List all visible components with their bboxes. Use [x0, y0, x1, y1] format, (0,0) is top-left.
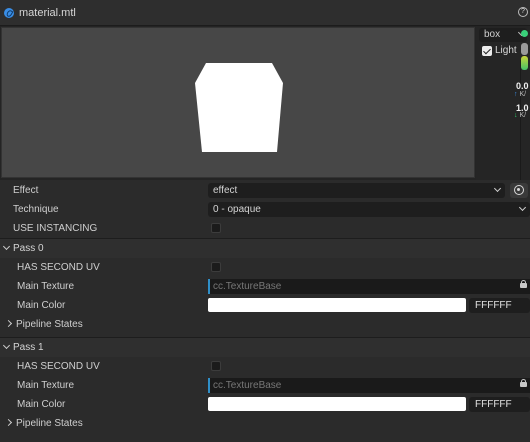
has-second-uv-checkbox[interactable]	[211, 262, 221, 272]
main-texture-value: cc.TextureBase	[213, 380, 282, 391]
technique-label: Technique	[13, 204, 59, 215]
main-color-label: Main Color	[17, 399, 66, 410]
chevron-down-icon	[493, 184, 502, 193]
use-instancing-row: USE INSTANCING	[0, 219, 530, 238]
has-second-uv-label: HAS SECOND UV	[17, 262, 100, 273]
locate-asset-button[interactable]	[510, 183, 528, 198]
technique-select-value: 0 - opaque	[213, 204, 261, 215]
arrow-down-icon: ↓	[514, 112, 518, 119]
has-second-uv-checkbox[interactable]	[211, 361, 221, 371]
technique-row: Technique 0 - opaque	[0, 200, 530, 219]
pass-0-main-color-row: Main Color FFFFFF	[0, 296, 530, 315]
pass-0-header[interactable]: Pass 0	[0, 238, 530, 258]
gradient-bar-icon	[521, 56, 528, 70]
material-properties: Effect effect Technique 0 - opaque USE I…	[0, 181, 530, 433]
slider-handle[interactable]	[521, 43, 528, 55]
preview-model	[195, 63, 283, 152]
material-preview-panel: box Light 0.0 ↑ K/ 1.0 ↓ K/	[0, 26, 530, 180]
main-color-hex-input[interactable]: FFFFFF	[469, 298, 530, 313]
main-color-label: Main Color	[17, 300, 66, 311]
effect-label: Effect	[13, 185, 39, 196]
main-color-hex-input[interactable]: FFFFFF	[469, 397, 530, 412]
chevron-down-icon	[2, 242, 11, 251]
chevron-right-icon	[4, 319, 13, 328]
effect-select[interactable]: effect	[208, 183, 505, 198]
main-texture-label: Main Texture	[17, 380, 75, 391]
material-file-icon	[4, 7, 14, 18]
main-texture-field[interactable]: cc.TextureBase	[208, 378, 530, 393]
pass-1-second-uv-row: HAS SECOND UV	[0, 357, 530, 376]
target-icon	[514, 185, 524, 195]
pass-1-main-color-row: Main Color FFFFFF	[0, 395, 530, 414]
window-title: material.mtl	[19, 6, 76, 19]
help-icon[interactable]: ?	[518, 7, 528, 17]
sidebar-divider	[520, 60, 521, 180]
pass-1-pipeline-states[interactable]: Pipeline States	[0, 414, 530, 433]
pass-0-second-uv-row: HAS SECOND UV	[0, 258, 530, 277]
preview-model-select-value: box	[484, 29, 501, 40]
pipeline-states-label: Pipeline States	[16, 418, 83, 429]
use-instancing-checkbox[interactable]	[211, 223, 221, 233]
lock-icon[interactable]	[520, 280, 527, 288]
arrow-up-icon: ↑	[514, 91, 518, 98]
light-checkbox[interactable]	[482, 45, 492, 56]
pass-1-title: Pass 1	[13, 342, 44, 353]
technique-select[interactable]: 0 - opaque	[208, 202, 530, 217]
use-instancing-label: USE INSTANCING	[13, 223, 98, 234]
stat-sub-up: ↑ K/	[514, 91, 527, 98]
chevron-down-icon	[518, 203, 527, 212]
main-texture-value: cc.TextureBase	[213, 281, 282, 292]
preview-sidebar: box Light 0.0 ↑ K/ 1.0 ↓ K/	[476, 26, 530, 180]
main-texture-field[interactable]: cc.TextureBase	[208, 279, 530, 294]
pipeline-states-label: Pipeline States	[16, 319, 83, 330]
title-bar: material.mtl ?	[0, 0, 530, 26]
has-second-uv-label: HAS SECOND UV	[17, 361, 100, 372]
pass-0-main-texture-row: Main Texture cc.TextureBase	[0, 277, 530, 296]
stat-sub-down: ↓ K/	[514, 112, 527, 119]
chevron-right-icon	[4, 418, 13, 427]
preview-box-shape	[195, 63, 283, 152]
main-texture-label: Main Texture	[17, 281, 75, 292]
pass-0-pipeline-states[interactable]: Pipeline States	[0, 315, 530, 334]
pass-1-header[interactable]: Pass 1	[0, 337, 530, 357]
pass-0-title: Pass 0	[13, 243, 44, 254]
chevron-down-icon	[2, 341, 11, 350]
effect-select-value: effect	[213, 185, 238, 196]
preview-model-select[interactable]: box	[479, 28, 527, 42]
stat-value-up: 0.0	[516, 81, 529, 91]
light-toggle[interactable]: Light	[482, 45, 517, 56]
status-dot-icon	[521, 30, 528, 37]
main-color-swatch[interactable]	[208, 298, 466, 312]
main-color-swatch[interactable]	[208, 397, 466, 411]
preview-viewport[interactable]	[1, 27, 475, 178]
lock-icon[interactable]	[520, 379, 527, 387]
effect-row: Effect effect	[0, 181, 530, 200]
pass-1-main-texture-row: Main Texture cc.TextureBase	[0, 376, 530, 395]
light-label: Light	[495, 45, 517, 56]
